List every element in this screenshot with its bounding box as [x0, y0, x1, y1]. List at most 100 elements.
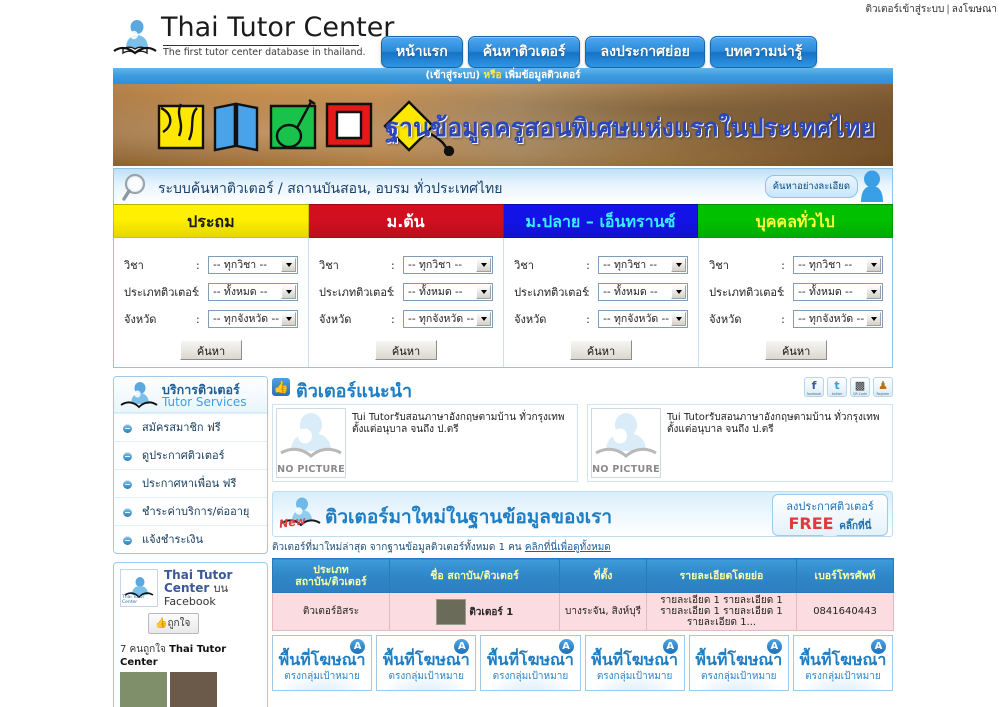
- select-province[interactable]: -- ทุกจังหวัด --: [403, 310, 494, 328]
- detailed-search-button[interactable]: ค้นหาอย่างละเอียด: [764, 175, 858, 198]
- post-tutor-free-button[interactable]: ลงประกาศติวเตอร์ FREE คลิ๊กที่นี่: [772, 494, 888, 536]
- nav-item-find-tutor[interactable]: ค้นหาติวเตอร์: [467, 36, 581, 68]
- twitter-icon[interactable]: t twitter: [827, 377, 847, 397]
- search-level-tabs: ประถม ม.ต้น ม.ปลาย – เอ็นทรานซ์ บุคคลทั่…: [113, 204, 893, 238]
- select-tutor-type[interactable]: -- ทั้งหมด --: [403, 283, 494, 301]
- facebook-icon[interactable]: f facebook: [804, 377, 824, 397]
- search-button[interactable]: ค้นหา: [375, 340, 438, 360]
- chevron-down-icon: [476, 285, 492, 299]
- colon: :: [391, 312, 395, 326]
- qr-code-icon[interactable]: ▩ QR Code: [850, 377, 870, 397]
- label-subject: วิชา: [514, 259, 534, 272]
- header-line: สถาบัน/ติวเตอร์: [295, 575, 367, 588]
- sidebar-item-register-free[interactable]: สมัครสมาชิก ฟรี: [114, 413, 267, 441]
- add-tutor-link[interactable]: เพิ่มข้อมูลติวเตอร์: [505, 70, 581, 81]
- select-subject[interactable]: -- ทุกวิชา --: [403, 256, 494, 274]
- column-header-location: ที่ตั้ง: [559, 558, 647, 593]
- label-province: จังหวัด: [514, 313, 547, 326]
- social-caption: twitter: [831, 392, 843, 396]
- ad-slot[interactable]: A พื้นที่โฆษณา ตรงกลุ่มเป้าหมาย: [272, 635, 373, 691]
- field-row-tutor-type: ประเภทติวเตอร์: -- ทั้งหมด --: [124, 283, 299, 301]
- chevron-down-icon: [476, 312, 492, 326]
- label-province: จังหวัด: [709, 313, 742, 326]
- tab-prathom[interactable]: ประถม: [113, 204, 309, 238]
- label-tutor-type: ประเภทติวเตอร์: [709, 286, 783, 299]
- tab-mattayom-ton[interactable]: ม.ต้น: [308, 204, 504, 238]
- search-button[interactable]: ค้นหา: [570, 340, 633, 360]
- search-button[interactable]: ค้นหา: [180, 340, 243, 360]
- sidebar-item-label: แจ้งชำระเงิน: [142, 533, 204, 546]
- sidebar-item-find-friends-free[interactable]: ประกาศหาเพื่อน ฟรี: [114, 469, 267, 497]
- select-tutor-type[interactable]: -- ทั้งหมด --: [208, 283, 299, 301]
- table-row[interactable]: ติวเตอร์อิสระ ติวเตอร์ 1 บางระจัน, สิงห์…: [272, 592, 894, 631]
- ad-slot[interactable]: A พื้นที่โฆษณา ตรงกลุ่มเป้าหมาย: [480, 635, 581, 691]
- cell-name: ติวเตอร์ 1: [389, 592, 560, 631]
- search-form-prathom: วิชา: -- ทุกวิชา -- ประเภทติวเตอร์: -- ท…: [114, 238, 308, 367]
- facebook-friend[interactable]: Khemanut: [120, 672, 167, 707]
- view-all-link[interactable]: คลิกที่นี่เพื่อดูทั้งหมด: [525, 542, 611, 553]
- table-header-row: ประเภท สถาบัน/ติวเตอร์ ชื่อ สถาบัน/ติวเตอ…: [272, 558, 894, 593]
- select-subject[interactable]: -- ทุกวิชา --: [793, 256, 884, 274]
- logo-title: Thai Tutor Center: [161, 12, 395, 43]
- login-link[interactable]: (เข้าสู่ระบบ): [425, 70, 480, 81]
- chevron-down-icon: [671, 258, 687, 272]
- nav-item-home[interactable]: หน้าแรก: [381, 36, 463, 68]
- select-tutor-type[interactable]: -- ทั้งหมด --: [598, 283, 689, 301]
- page-root: ติวเตอร์เข้าสู่ระบบ | ลงโฆษณา Thai Tutor C…: [0, 0, 1005, 707]
- cell-detail: รายละเอียด 1 รายละเอียด 1 รายละเอียด 1 ร…: [646, 592, 797, 631]
- friend-avatar: [120, 672, 167, 707]
- ad-slot[interactable]: A พื้นที่โฆษณา ตรงกลุ่มเป้าหมาย: [376, 635, 477, 691]
- ad-slot[interactable]: A พื้นที่โฆษณา ตรงกลุ่มเป้าหมาย: [792, 635, 894, 691]
- nav-item-classifieds[interactable]: ลงประกาศย่อย: [585, 36, 705, 68]
- social-glyph: f: [811, 379, 817, 392]
- bullet-icon: [123, 480, 132, 489]
- facebook-friend[interactable]: Tūpong: [170, 672, 217, 707]
- social-glyph: ▩: [854, 379, 866, 392]
- select-subject[interactable]: -- ทุกวิชา --: [598, 256, 689, 274]
- recommended-tutor-card[interactable]: NO PICTURE Tui Tutorรับสอนภาษาอังกฤษตามบ…: [587, 404, 893, 482]
- label-province: จังหวัด: [319, 313, 352, 326]
- select-province[interactable]: -- ทุกจังหวัด --: [793, 310, 884, 328]
- free-line-2: FREE คลิ๊กที่นี่: [773, 515, 887, 535]
- left-sidebar: บริการติวเตอร์ Tutor Services สมัครสมาชิ…: [113, 376, 268, 707]
- register-icon[interactable]: ♟ Register: [873, 377, 893, 397]
- facebook-page-avatar: Thai Tutor Center: [120, 569, 158, 607]
- site-logo[interactable]: Thai Tutor Center The first tutor center…: [113, 12, 394, 62]
- chevron-down-icon: [476, 258, 492, 272]
- select-subject-value: -- ทุกวิชา --: [603, 259, 658, 271]
- ad-slot[interactable]: A พื้นที่โฆษณา ตรงกลุ่มเป้าหมาย: [688, 635, 789, 691]
- select-tutor-type-value: -- ทั้งหมด --: [603, 286, 658, 298]
- social-caption: facebook: [806, 392, 822, 396]
- free-word: FREE: [788, 514, 834, 533]
- colon: :: [391, 258, 395, 272]
- tutor-name[interactable]: ติวเตอร์ 1: [469, 607, 513, 618]
- tutor-thumbnail: [435, 598, 466, 625]
- sidebar-item-label: สมัครสมาชิก ฟรี: [142, 421, 221, 434]
- sidebar-item-notify-payment[interactable]: แจ้งชำระเงิน: [114, 525, 267, 553]
- colon: :: [586, 312, 590, 326]
- nav-item-articles[interactable]: บทความน่ารู้: [709, 36, 818, 68]
- ad-subtitle: ตรงกลุ่มเป้าหมาย: [284, 671, 360, 682]
- select-province[interactable]: -- ทุกจังหวัด --: [598, 310, 689, 328]
- chevron-down-icon: [671, 285, 687, 299]
- select-tutor-type-value: -- ทั้งหมด --: [213, 286, 268, 298]
- search-button[interactable]: ค้นหา: [765, 340, 828, 360]
- login-strip: (เข้าสู่ระบบ) หรือ เพิ่มข้อมูลติวเตอร์: [113, 68, 893, 84]
- label-subject: วิชา: [319, 259, 339, 272]
- link-separator: |: [946, 4, 950, 15]
- recommended-tutor-card[interactable]: NO PICTURE Tui Tutorรับสอนภาษาอังกฤษตามบ…: [272, 404, 578, 482]
- tab-mattayom-plai-entrance[interactable]: ม.ปลาย – เอ็นทรานซ์: [503, 204, 699, 238]
- ad-subtitle: ตรงกลุ่มเป้าหมาย: [700, 671, 777, 682]
- no-picture-label: NO PICTURE: [277, 464, 345, 475]
- sidebar-item-label: ชำระค่าบริการ/ต่ออายุ: [142, 505, 250, 518]
- ad-slot[interactable]: A พื้นที่โฆษณา ตรงกลุ่มเป้าหมาย: [584, 635, 685, 691]
- facebook-like-button[interactable]: 👍ถูกใจ: [148, 613, 200, 634]
- sidebar-item-pay-renew[interactable]: ชำระค่าบริการ/ต่ออายุ: [114, 497, 267, 525]
- bullet-icon: [123, 508, 132, 517]
- sidebar-item-view-tutor-ads[interactable]: ดูประกาศติวเตอร์: [114, 441, 267, 469]
- select-subject[interactable]: -- ทุกวิชา --: [208, 256, 299, 274]
- tab-general-public[interactable]: บุคคลทั่วไป: [698, 204, 893, 238]
- select-province[interactable]: -- ทุกจังหวัด --: [208, 310, 299, 328]
- advertise-link[interactable]: ลงโฆษณา: [952, 4, 997, 15]
- select-tutor-type[interactable]: -- ทั้งหมด --: [793, 283, 884, 301]
